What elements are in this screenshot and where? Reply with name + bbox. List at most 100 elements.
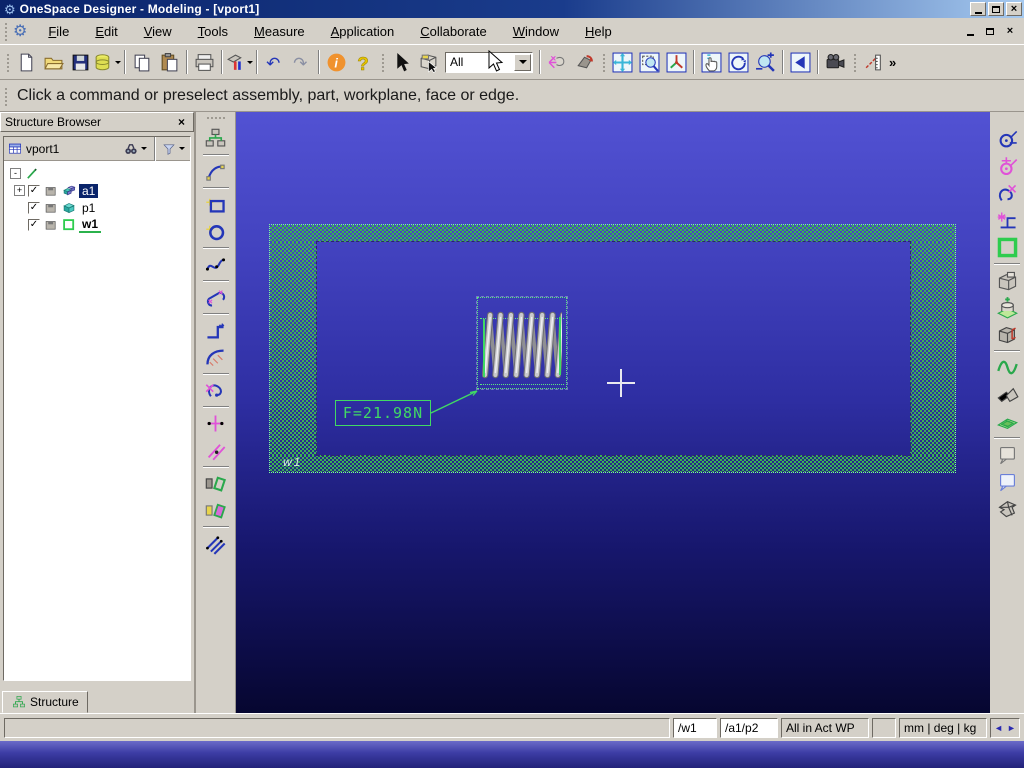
extrude-cylinder-button[interactable] [993,294,1021,321]
menu-measure[interactable]: Measure [241,20,318,43]
save-button[interactable] [67,49,94,76]
menu-application[interactable]: Application [318,20,408,43]
spline-green-button[interactable] [993,354,1021,381]
trim-curve-button[interactable] [202,377,230,404]
structure-tree-button[interactable] [202,125,230,152]
shell-3d-button[interactable] [993,495,1021,522]
project-face-button[interactable] [202,470,230,497]
print-button[interactable] [191,49,218,76]
sketch-toolbar-grip[interactable] [205,116,226,121]
curve-annotate-button[interactable] [993,180,1021,207]
open-folder-button[interactable] [40,49,67,76]
menu-file[interactable]: File [35,20,82,43]
workplane-active-button[interactable] [993,234,1021,261]
combobox-dropdown-icon[interactable] [514,53,531,71]
menu-tools[interactable]: Tools [185,20,241,43]
database-button[interactable] [94,49,121,76]
visibility-checkbox[interactable]: ✓ [28,218,40,231]
mdi-restore-button[interactable] [982,24,998,38]
tree-row-w1[interactable]: ✓ w1 [6,216,188,233]
scroll-right-icon[interactable]: ► [1007,723,1016,733]
title-bar[interactable]: ⚙ OneSpace Designer - Modeling - [vport1… [0,0,1024,18]
zoom-inout-button[interactable] [752,49,779,76]
project-outline-button[interactable] [202,497,230,524]
slot-button[interactable] [202,284,230,311]
rectangle-button[interactable] [202,191,230,218]
note-gray-button[interactable] [993,441,1021,468]
status-field-1[interactable]: /a1/p2 [720,717,778,738]
close-button[interactable]: × [1006,2,1022,16]
pattern-plate-button[interactable] [993,408,1021,435]
new-file-button[interactable] [13,49,40,76]
visibility-checkbox[interactable]: ✓ [28,184,40,197]
menu-help[interactable]: Help [572,20,625,43]
pan-view-button[interactable] [698,49,725,76]
iso-view-button[interactable] [663,49,690,76]
wp-circle-pink-button[interactable] [993,153,1021,180]
toolbar-overflow-chevron[interactable]: » [889,55,896,70]
messagebar-grip[interactable] [3,85,8,106]
dropdown-arrow-icon[interactable] [114,60,121,67]
menu-window[interactable]: Window [500,20,572,43]
scroll-left-icon[interactable]: ◄ [994,723,1003,733]
parallel-line-button[interactable] [202,437,230,464]
menu-edit[interactable]: Edit [82,20,130,43]
redo-button[interactable]: ↷ [288,49,315,76]
zoom-rect-button[interactable] [636,49,663,76]
wp-circle-blue-button[interactable] [993,126,1021,153]
menu-view[interactable]: View [131,20,185,43]
toolbar-grip[interactable] [5,52,10,72]
workplane-band-left[interactable] [270,242,317,455]
camera-button[interactable] [822,49,849,76]
status-field-0[interactable]: /w1 [673,717,717,738]
find-dropdown-icon[interactable] [141,147,147,153]
note-blue-button[interactable] [993,468,1021,495]
point-button[interactable] [202,410,230,437]
minimize-button[interactable] [970,2,986,16]
boolean-wedge-button[interactable] [993,381,1021,408]
previous-view-button[interactable] [787,49,814,76]
force-annotation[interactable]: F=21.98N [335,400,431,426]
circle-button[interactable] [202,218,230,245]
info-button[interactable]: i [323,49,350,76]
part-box-button[interactable] [993,267,1021,294]
fit-view-button[interactable] [609,49,636,76]
corner-step-button[interactable] [202,317,230,344]
dimension-star-button[interactable] [993,207,1021,234]
tree-row-a1[interactable]: + ✓ a1 [6,182,188,199]
collapse-minus-icon[interactable]: - [10,168,21,179]
paste-button[interactable] [156,49,183,76]
toolbar-grip[interactable] [601,52,606,72]
highlight-remove-button[interactable] [571,49,598,76]
tree-row-root[interactable]: - [6,165,188,182]
menubar-grip[interactable] [3,21,8,41]
spring-model[interactable] [482,305,562,385]
toolbar-grip[interactable] [380,52,385,72]
customize-tool-button[interactable] [226,49,253,76]
select-volume-button[interactable] [415,49,442,76]
workplane-band-top[interactable] [270,225,955,242]
dropdown-arrow-icon[interactable] [246,60,253,67]
hatch-lines-button[interactable] [202,530,230,557]
visibility-checkbox[interactable]: ✓ [28,201,40,214]
filter-funnel-icon[interactable] [161,141,176,156]
highlight-add-button[interactable] [544,49,571,76]
toolbar-grip[interactable] [852,52,857,72]
structure-browser-titlebar[interactable]: Structure Browser × [0,112,194,132]
copy-button[interactable] [129,49,156,76]
tree-row-p1[interactable]: ✓ p1 [6,199,188,216]
help-button[interactable]: ? [350,49,377,76]
restore-button[interactable] [988,2,1004,16]
viewport-3d[interactable]: w1 F=21.98N [236,112,990,713]
select-arrow-button[interactable] [388,49,415,76]
fillet-arc-button[interactable] [202,344,230,371]
tangent-arc-button[interactable] [202,158,230,185]
structure-browser-close-icon[interactable]: × [174,115,189,129]
binoculars-icon[interactable] [123,141,138,156]
rotate-view-button[interactable] [725,49,752,76]
status-scroll-arrows[interactable]: ◄ ► [990,717,1020,738]
mdi-close-button[interactable]: × [1002,24,1018,38]
workplane-band-bottom[interactable] [270,455,955,472]
undo-button[interactable]: ↶ [261,49,288,76]
filter-dropdown-icon[interactable] [179,147,185,153]
